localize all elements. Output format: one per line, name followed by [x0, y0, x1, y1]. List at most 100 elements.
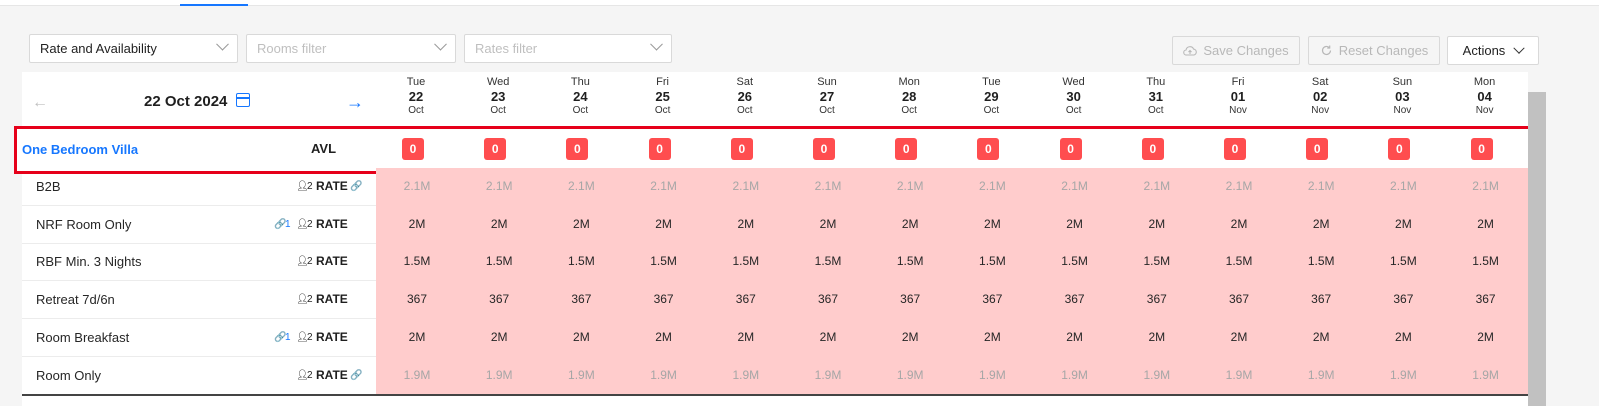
- rate-cell[interactable]: 1.5M: [377, 254, 457, 268]
- rate-cell[interactable]: 1.5M: [1446, 254, 1526, 268]
- rate-cell[interactable]: 1.9M: [1035, 368, 1115, 382]
- rate-cell[interactable]: 1.9M: [377, 368, 457, 382]
- rate-cell[interactable]: 1.9M: [788, 368, 868, 382]
- availability-badge[interactable]: 0: [484, 138, 507, 160]
- rate-cell[interactable]: 1.9M: [1446, 368, 1526, 382]
- rate-cell[interactable]: 1.5M: [870, 254, 950, 268]
- rate-cell[interactable]: 2.1M: [541, 179, 621, 193]
- rate-cell[interactable]: 2M: [1199, 330, 1279, 344]
- rate-cell[interactable]: 1.9M: [1363, 368, 1443, 382]
- rate-cell[interactable]: 2M: [377, 330, 457, 344]
- rate-cell[interactable]: 1.9M: [706, 368, 786, 382]
- rate-cell[interactable]: 2M: [870, 330, 950, 344]
- room-name[interactable]: One Bedroom Villa: [22, 142, 138, 157]
- rate-cell[interactable]: 367: [1117, 292, 1197, 306]
- rate-cell[interactable]: 2M: [1035, 217, 1115, 231]
- rate-cell[interactable]: 2M: [788, 217, 868, 231]
- rate-cell[interactable]: 2M: [541, 330, 621, 344]
- rate-cell[interactable]: 367: [1363, 292, 1443, 306]
- rate-cell[interactable]: 2M: [1117, 330, 1197, 344]
- availability-badge[interactable]: 0: [648, 138, 671, 160]
- rate-cell[interactable]: 1.5M: [1281, 254, 1361, 268]
- save-changes-button[interactable]: Save Changes: [1172, 36, 1300, 65]
- rate-cell[interactable]: 367: [706, 292, 786, 306]
- next-arrow-icon[interactable]: →: [346, 92, 364, 113]
- link-icon[interactable]: 🔗: [350, 370, 362, 381]
- rate-cell[interactable]: 1.9M: [1199, 368, 1279, 382]
- rate-cell[interactable]: 367: [377, 292, 457, 306]
- rate-cell[interactable]: 1.5M: [624, 254, 704, 268]
- availability-badge[interactable]: 0: [566, 138, 589, 160]
- rate-cell[interactable]: 2M: [459, 330, 539, 344]
- rate-cell[interactable]: 2M: [624, 330, 704, 344]
- view-select[interactable]: Rate and Availability: [29, 34, 238, 63]
- rate-cell[interactable]: 367: [1446, 292, 1526, 306]
- rate-cell[interactable]: 2.1M: [377, 179, 457, 193]
- availability-badge[interactable]: 0: [1470, 138, 1493, 160]
- rate-cell[interactable]: 2M: [1281, 217, 1361, 231]
- rate-cell[interactable]: 2.1M: [1363, 179, 1443, 193]
- rate-cell[interactable]: 1.5M: [952, 254, 1032, 268]
- rate-cell[interactable]: 1.9M: [1117, 368, 1197, 382]
- rate-cell[interactable]: 2.1M: [1199, 179, 1279, 193]
- rate-cell[interactable]: 367: [541, 292, 621, 306]
- actions-dropdown-button[interactable]: Actions: [1447, 36, 1539, 65]
- rate-cell[interactable]: 2.1M: [1281, 179, 1361, 193]
- rate-cell[interactable]: 1.5M: [1035, 254, 1115, 268]
- rate-cell[interactable]: 2M: [788, 330, 868, 344]
- rate-cell[interactable]: 2M: [541, 217, 621, 231]
- rate-cell[interactable]: 367: [459, 292, 539, 306]
- rate-cell[interactable]: 2M: [1446, 330, 1526, 344]
- vertical-scrollbar[interactable]: [1528, 92, 1546, 406]
- rate-cell[interactable]: 1.5M: [788, 254, 868, 268]
- rate-cell[interactable]: 1.9M: [952, 368, 1032, 382]
- availability-badge[interactable]: 0: [1306, 138, 1329, 160]
- calendar-icon[interactable]: [236, 93, 250, 107]
- availability-badge[interactable]: 0: [813, 138, 835, 160]
- rate-cell[interactable]: 2M: [870, 217, 950, 231]
- rate-cell[interactable]: 2.1M: [459, 179, 539, 193]
- rate-cell[interactable]: 2M: [706, 217, 786, 231]
- rate-cell[interactable]: 2M: [1281, 330, 1361, 344]
- rate-cell[interactable]: 367: [870, 292, 950, 306]
- rate-cell[interactable]: 2.1M: [788, 179, 868, 193]
- rate-cell[interactable]: 367: [1281, 292, 1361, 306]
- rates-filter-select[interactable]: Rates filter: [464, 34, 672, 63]
- rate-cell[interactable]: 2.1M: [624, 179, 704, 193]
- rate-cell[interactable]: 1.5M: [541, 254, 621, 268]
- rate-cell[interactable]: 1.5M: [1199, 254, 1279, 268]
- rate-cell[interactable]: 367: [1035, 292, 1115, 306]
- rate-cell[interactable]: 2.1M: [1035, 179, 1115, 193]
- rate-cell[interactable]: 1.9M: [459, 368, 539, 382]
- rate-cell[interactable]: 2M: [1363, 330, 1443, 344]
- rate-cell[interactable]: 2M: [1035, 330, 1115, 344]
- rate-cell[interactable]: 2M: [1446, 217, 1526, 231]
- rate-cell[interactable]: 367: [1199, 292, 1279, 306]
- rate-cell[interactable]: 2M: [1363, 217, 1443, 231]
- rate-cell[interactable]: 2M: [952, 217, 1032, 231]
- availability-badge[interactable]: 0: [895, 138, 918, 160]
- rate-cell[interactable]: 2M: [459, 217, 539, 231]
- availability-badge[interactable]: 0: [977, 138, 1000, 160]
- reset-changes-button[interactable]: Reset Changes: [1308, 36, 1440, 65]
- rate-cell[interactable]: 1.9M: [1281, 368, 1361, 382]
- rate-cell[interactable]: 367: [788, 292, 868, 306]
- rate-cell[interactable]: 1.9M: [541, 368, 621, 382]
- availability-badge[interactable]: 0: [730, 138, 753, 160]
- rate-cell[interactable]: 1.9M: [624, 368, 704, 382]
- rate-cell[interactable]: 1.5M: [1363, 254, 1443, 268]
- availability-badge[interactable]: 0: [402, 138, 424, 160]
- rate-cell[interactable]: 2.1M: [870, 179, 950, 193]
- rate-cell[interactable]: 2.1M: [1117, 179, 1197, 193]
- rate-cell[interactable]: 367: [952, 292, 1032, 306]
- rate-cell[interactable]: 367: [624, 292, 704, 306]
- availability-badge[interactable]: 0: [1059, 138, 1082, 160]
- rate-cell[interactable]: 1.5M: [706, 254, 786, 268]
- rate-cell[interactable]: 2M: [952, 330, 1032, 344]
- rate-cell[interactable]: 1.5M: [459, 254, 539, 268]
- rate-cell[interactable]: 2M: [1199, 217, 1279, 231]
- rate-cell[interactable]: 2M: [377, 217, 457, 231]
- rate-cell[interactable]: 1.5M: [1117, 254, 1197, 268]
- availability-badge[interactable]: 0: [1224, 138, 1246, 160]
- rate-cell[interactable]: 2.1M: [952, 179, 1032, 193]
